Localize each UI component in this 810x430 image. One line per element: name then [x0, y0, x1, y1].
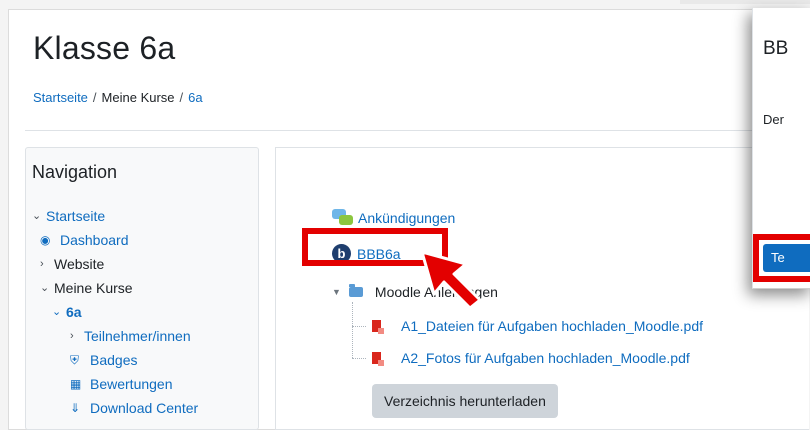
nav-item-website[interactable]: › Website: [40, 252, 104, 276]
nav-item-course[interactable]: ⌄ 6a: [52, 300, 82, 324]
nav-label[interactable]: 6a: [66, 300, 82, 324]
tree-connector: [352, 302, 354, 358]
file-item[interactable]: A1_Dateien für Aufgaben hochladen_Moodle…: [372, 318, 703, 334]
chevron-right-icon: ›: [40, 258, 44, 270]
chevron-down-icon: ⌄: [52, 306, 62, 318]
forum-activity[interactable]: Ankündigungen: [332, 209, 455, 227]
popup-dialog: BB Der Te: [752, 8, 810, 289]
shield-icon: ⛨: [70, 353, 80, 367]
tree-connector: [352, 358, 366, 359]
nav-label[interactable]: Website: [54, 252, 104, 276]
nav-item-teilnehmer[interactable]: › Teilnehmer/innen: [70, 324, 191, 348]
course-page: Klasse 6a Startseite / Meine Kurse / 6a Navi…: [8, 9, 809, 430]
forum-link[interactable]: Ankündigungen: [358, 210, 455, 226]
folder-icon: [348, 284, 363, 297]
top-edge-bar: [680, 0, 810, 4]
popup-join-button[interactable]: Te: [763, 244, 810, 272]
download-icon: ⇓: [70, 401, 81, 415]
popup-text: Der: [763, 112, 784, 127]
page-title: Klasse 6a: [33, 30, 176, 66]
file-link[interactable]: A2_Fotos für Aufgaben hochladen_Moodle.p…: [401, 350, 690, 366]
file-link[interactable]: A1_Dateien für Aufgaben hochladen_Moodle…: [401, 318, 703, 334]
navigation-heading: Navigation: [32, 162, 118, 182]
expand-triangle-icon[interactable]: ▼: [332, 287, 341, 297]
nav-item-dashboard[interactable]: ◉ Dashboard: [40, 228, 129, 252]
nav-label[interactable]: Download Center: [90, 396, 198, 420]
nav-item-startseite[interactable]: ⌄ Startseite: [32, 204, 105, 228]
pdf-icon: [372, 320, 384, 334]
breadcrumb-separator: /: [179, 90, 184, 105]
nav-label[interactable]: Teilnehmer/innen: [84, 324, 191, 348]
nav-item-badges[interactable]: ⛨ Badges: [70, 348, 137, 372]
dashboard-icon: ◉: [40, 233, 51, 247]
divider: [25, 130, 807, 131]
pointer-arrow-icon: [420, 250, 482, 310]
nav-label[interactable]: Meine Kurse: [54, 276, 133, 300]
navigation-block: Navigation ⌄ Startseite ◉ Dashboard › We…: [25, 147, 259, 430]
nav-item-meine-kurse[interactable]: ⌄ Meine Kurse: [40, 276, 133, 300]
nav-label[interactable]: Bewertungen: [90, 372, 173, 396]
table-icon: ▦: [70, 377, 82, 391]
breadcrumb-course[interactable]: 6a: [188, 90, 202, 105]
nav-label[interactable]: Badges: [90, 348, 137, 372]
chevron-right-icon: ›: [70, 330, 74, 342]
forum-chat-icon: [332, 209, 354, 227]
breadcrumb: Startseite / Meine Kurse / 6a: [33, 90, 203, 105]
tree-connector: [352, 326, 366, 327]
breadcrumb-startseite[interactable]: Startseite: [33, 90, 88, 105]
breadcrumb-separator: /: [92, 90, 97, 105]
chevron-down-icon: ⌄: [32, 210, 42, 222]
file-item[interactable]: A2_Fotos für Aufgaben hochladen_Moodle.p…: [372, 350, 690, 366]
popup-button-highlight: Te: [753, 234, 810, 282]
pdf-icon: [372, 352, 384, 366]
download-folder-button[interactable]: Verzeichnis herunterladen: [372, 384, 558, 418]
chevron-down-icon: ⌄: [40, 282, 50, 294]
nav-item-download-center[interactable]: ⇓ Download Center: [70, 396, 198, 420]
popup-title: BB: [763, 38, 789, 59]
nav-label[interactable]: Startseite: [46, 204, 105, 228]
nav-label[interactable]: Dashboard: [60, 228, 129, 252]
course-content: Ankündigungen b BBB6a ▼ Moodle Anleitung…: [275, 147, 809, 430]
nav-item-bewertungen[interactable]: ▦ Bewertungen: [70, 372, 173, 396]
breadcrumb-meine-kurse[interactable]: Meine Kurse: [102, 90, 175, 105]
